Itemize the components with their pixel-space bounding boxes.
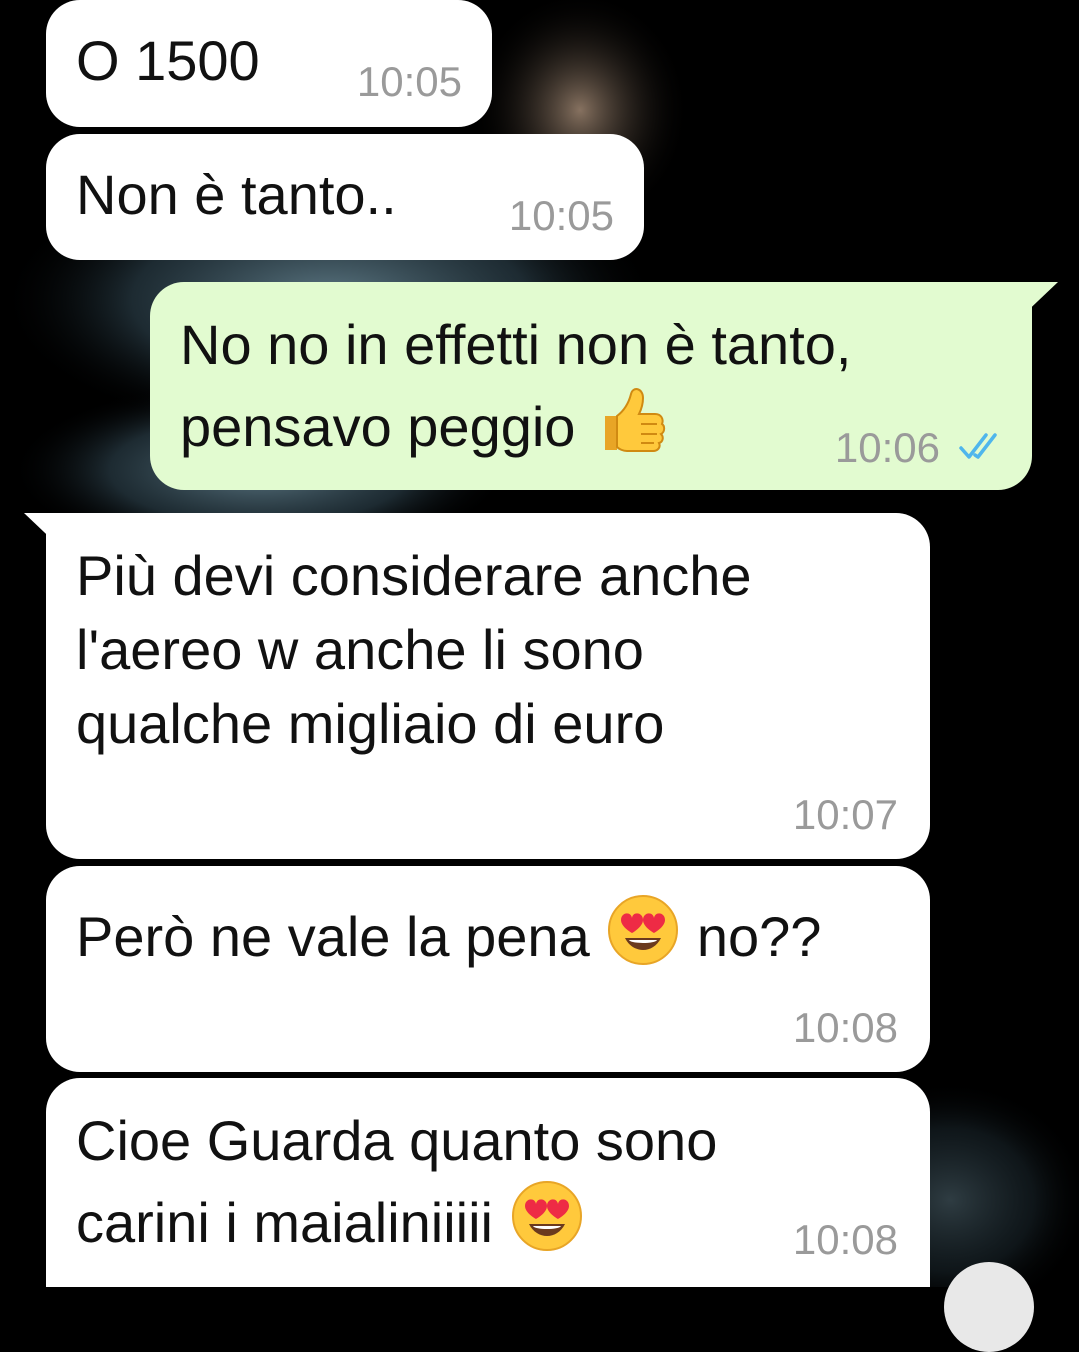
message-timestamp: 10:07 [792, 791, 898, 838]
message-text-part: no?? [696, 905, 822, 968]
message-bubble-incoming[interactable]: Più devi considerare anche l'aereo w anc… [46, 513, 930, 859]
message-text-part: Però ne vale la pena [76, 905, 590, 968]
message-text: Però ne vale la pena no?? [76, 892, 821, 986]
message-text-line: pensavo peggio [180, 395, 576, 458]
scroll-down-button[interactable] [944, 1262, 1034, 1352]
message-text: Non è tanto.. [76, 163, 397, 226]
heart-eyes-emoji-icon [509, 1178, 585, 1272]
message-text-line: Cioe Guarda quanto sono [76, 1109, 718, 1172]
message-text: Più devi considerare anche l'aereo w anc… [76, 544, 752, 755]
message-text-line: No no in effetti non è tanto, [180, 313, 852, 376]
message-bubble-outgoing[interactable]: No no in effetti non è tanto, pensavo pe… [150, 282, 1032, 490]
message-bubble-incoming[interactable]: O 1500 10:05 [46, 0, 492, 127]
read-receipt-icon [959, 433, 997, 459]
message-text: No no in effetti non è tanto, pensavo pe… [180, 308, 851, 476]
message-timestamp: 10:06 [834, 424, 940, 471]
thumbs-up-icon [591, 382, 667, 476]
message-text-line: carini i maialiniiiii [76, 1191, 493, 1254]
heart-eyes-emoji-icon [605, 892, 681, 986]
message-bubble-incoming[interactable]: Cioe Guarda quanto sono carini i maialin… [46, 1078, 930, 1287]
outgoing-bubble-tail [1018, 282, 1058, 320]
message-timestamp: 10:05 [508, 192, 614, 239]
message-text: O 1500 [76, 29, 260, 92]
message-text: Cioe Guarda quanto sono carini i maialin… [76, 1104, 717, 1272]
message-timestamp: 10:05 [356, 58, 462, 105]
message-timestamp: 10:08 [792, 1216, 898, 1263]
message-bubble-incoming[interactable]: Non è tanto.. 10:05 [46, 134, 644, 260]
message-timestamp: 10:08 [792, 1004, 898, 1051]
message-bubble-incoming[interactable]: Però ne vale la pena no?? 10:08 [46, 866, 930, 1072]
